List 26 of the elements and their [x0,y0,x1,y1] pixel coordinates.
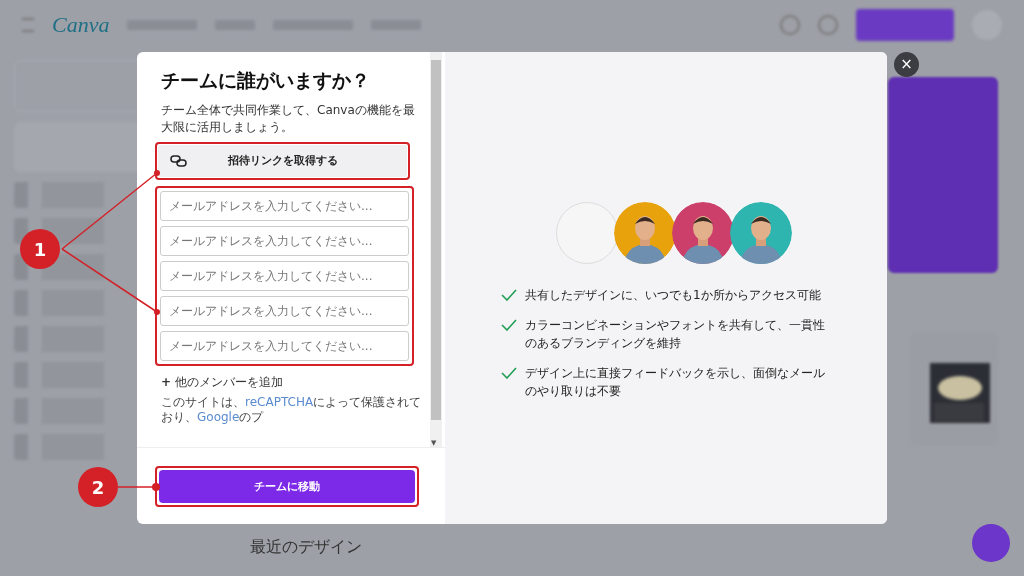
email-field[interactable]: メールアドレスを入力してください... [160,226,409,256]
email-field[interactable]: メールアドレスを入力してください... [160,331,409,361]
section-heading: 最近のデザイン [250,537,362,558]
check-icon [501,319,517,331]
dialog-description: チーム全体で共同作業して、Canvaの機能を最大限に活用しましょう。 [161,102,416,136]
add-member-link[interactable]: + 他のメンバーを追加 [161,374,283,391]
email-field[interactable]: メールアドレスを入力してください... [160,191,409,221]
feature-text: カラーコンビネーションやフォントを共有して、一貫性のあるブランディングを維持 [525,317,826,352]
email-field[interactable]: メールアドレスを入力してください... [160,261,409,291]
help-icon[interactable] [780,15,800,35]
feature-text: デザイン上に直接フィードバックを示し、面倒なメールのやり取りは不要 [525,365,826,400]
settings-icon[interactable] [818,15,838,35]
link-icon [170,155,188,167]
notice-link[interactable]: Google [197,410,240,424]
create-design-button[interactable] [856,9,954,41]
notice-link[interactable]: reCAPTCHA [245,395,314,409]
invite-link-button[interactable]: 招待リンクを取得する [158,145,407,177]
help-button[interactable] [972,524,1010,562]
check-icon [501,289,517,301]
recaptcha-notice: このサイトは、reCAPTCHAによって保護されており、Googleのプ [161,395,423,425]
go-to-team-button[interactable]: チームに移動 [159,469,415,503]
feature-text: 共有したデザインに、いつでも1か所からアクセス可能 [525,287,821,304]
check-icon [501,367,517,379]
menu-icon[interactable] [22,18,34,32]
dialog-title: チームに誰がいますか？ [161,68,371,93]
email-field[interactable]: メールアドレスを入力してください... [160,296,409,326]
